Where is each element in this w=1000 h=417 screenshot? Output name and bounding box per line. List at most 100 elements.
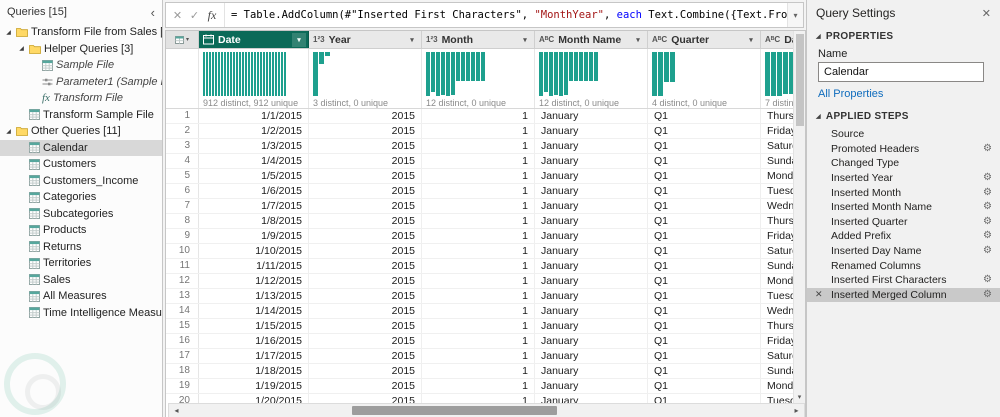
horizontal-scroll-thumb[interactable]	[352, 406, 557, 415]
cell[interactable]: January	[535, 364, 648, 378]
cell[interactable]: Monday	[761, 169, 793, 183]
cell[interactable]: Q1	[648, 364, 761, 378]
cell[interactable]: 1	[422, 319, 535, 333]
cell[interactable]: 1/18/2015	[199, 364, 309, 378]
cell[interactable]: Saturday	[761, 139, 793, 153]
cell[interactable]: Monday	[761, 274, 793, 288]
cell[interactable]: Friday	[761, 124, 793, 138]
cell[interactable]: 2015	[309, 394, 422, 403]
gear-icon[interactable]: ⚙	[983, 246, 992, 256]
cell[interactable]: 1/20/2015	[199, 394, 309, 403]
gear-icon[interactable]: ⚙	[983, 202, 992, 212]
cell[interactable]: 1/1/2015	[199, 109, 309, 123]
cell[interactable]: 2015	[309, 124, 422, 138]
cell[interactable]: Q1	[648, 274, 761, 288]
cell[interactable]: 1	[422, 214, 535, 228]
row-number[interactable]: 10	[166, 244, 199, 258]
filter-dropdown-icon[interactable]: ▾	[744, 33, 758, 47]
cell[interactable]: 1	[422, 349, 535, 363]
row-number[interactable]: 13	[166, 289, 199, 303]
gear-icon[interactable]: ⚙	[983, 275, 992, 285]
row-number[interactable]: 17	[166, 349, 199, 363]
cell[interactable]: Saturday	[761, 349, 793, 363]
cell[interactable]: 1/13/2015	[199, 289, 309, 303]
close-settings-icon[interactable]: ✕	[982, 7, 991, 20]
cell[interactable]: Q1	[648, 214, 761, 228]
cell[interactable]: 2015	[309, 184, 422, 198]
cell[interactable]: Thursday	[761, 214, 793, 228]
cell[interactable]: 2015	[309, 304, 422, 318]
cell[interactable]: 1/17/2015	[199, 349, 309, 363]
cell[interactable]: Q1	[648, 289, 761, 303]
applied-step-inserted-merged-column[interactable]: ✕ Inserted Merged Column ⚙	[807, 287, 1000, 303]
gear-icon[interactable]: ⚙	[983, 289, 992, 300]
cell[interactable]: 2015	[309, 334, 422, 348]
cell[interactable]: 2015	[309, 289, 422, 303]
cell[interactable]: January	[535, 289, 648, 303]
cell[interactable]: January	[535, 229, 648, 243]
cell[interactable]: 1	[422, 184, 535, 198]
cell[interactable]: 1/4/2015	[199, 154, 309, 168]
cell[interactable]: Saturday	[761, 244, 793, 258]
select-all-corner[interactable]: ▾	[166, 31, 199, 48]
cell[interactable]: January	[535, 184, 648, 198]
row-number[interactable]: 12	[166, 274, 199, 288]
cell[interactable]: 1/10/2015	[199, 244, 309, 258]
cell[interactable]: January	[535, 214, 648, 228]
row-number[interactable]: 4	[166, 154, 199, 168]
cell[interactable]: 2015	[309, 229, 422, 243]
cell[interactable]: 2015	[309, 139, 422, 153]
cell[interactable]: Sunday	[761, 364, 793, 378]
applied-steps-section-heading[interactable]: ◢ APPLIED STEPS	[807, 106, 1000, 125]
cell[interactable]: January	[535, 154, 648, 168]
cell[interactable]: 2015	[309, 109, 422, 123]
applied-step-promoted-headers[interactable]: Promoted Headers ⚙	[807, 142, 1000, 157]
filter-dropdown-icon[interactable]: ▾	[631, 33, 645, 47]
collapse-queries-pane-button[interactable]: ‹	[151, 6, 155, 19]
expander-icon[interactable]: ◢	[17, 45, 26, 52]
cell[interactable]: 2015	[309, 349, 422, 363]
applied-step-added-prefix[interactable]: Added Prefix ⚙	[807, 229, 1000, 244]
cell[interactable]: 1	[422, 259, 535, 273]
applied-step-changed-type[interactable]: Changed Type	[807, 156, 1000, 171]
cell[interactable]: Q1	[648, 109, 761, 123]
query-item-subcategories[interactable]: Subcategories	[0, 206, 162, 223]
row-number[interactable]: 5	[166, 169, 199, 183]
cell[interactable]: 1	[422, 394, 535, 403]
cell[interactable]: 1	[422, 289, 535, 303]
all-properties-link[interactable]: All Properties	[807, 87, 894, 106]
row-number[interactable]: 7	[166, 199, 199, 213]
cell[interactable]: Wednesday	[761, 304, 793, 318]
row-number[interactable]: 16	[166, 334, 199, 348]
query-item-calendar[interactable]: Calendar	[0, 139, 162, 156]
cell[interactable]: 2015	[309, 274, 422, 288]
cell[interactable]: Q1	[648, 394, 761, 403]
cell[interactable]: Q1	[648, 199, 761, 213]
cell[interactable]: Thursday	[761, 109, 793, 123]
row-number[interactable]: 19	[166, 379, 199, 393]
query-item-returns[interactable]: Returns	[0, 239, 162, 256]
cell[interactable]: January	[535, 244, 648, 258]
gear-icon[interactable]: ⚙	[983, 187, 992, 198]
vertical-scroll-thumb[interactable]	[795, 34, 804, 126]
cell[interactable]: Q1	[648, 154, 761, 168]
cell[interactable]: Q1	[648, 319, 761, 333]
cell[interactable]: 2015	[309, 319, 422, 333]
cell[interactable]: 2015	[309, 244, 422, 258]
cell[interactable]: 1/15/2015	[199, 319, 309, 333]
cell[interactable]: 1	[422, 109, 535, 123]
cell[interactable]: 1/2/2015	[199, 124, 309, 138]
commit-formula-icon[interactable]: ✓	[186, 9, 203, 22]
cell[interactable]: 1/19/2015	[199, 379, 309, 393]
cell[interactable]: 2015	[309, 199, 422, 213]
cell[interactable]: January	[535, 199, 648, 213]
cell[interactable]: Q1	[648, 169, 761, 183]
applied-step-renamed-columns[interactable]: Renamed Columns	[807, 258, 1000, 273]
cell[interactable]: Q1	[648, 124, 761, 138]
query-name-input[interactable]	[818, 62, 984, 82]
expander-icon[interactable]: ◢	[4, 128, 13, 135]
row-number[interactable]: 14	[166, 304, 199, 318]
cell[interactable]: Tuesday	[761, 184, 793, 198]
cell[interactable]: 1/14/2015	[199, 304, 309, 318]
cell[interactable]: 1/3/2015	[199, 139, 309, 153]
